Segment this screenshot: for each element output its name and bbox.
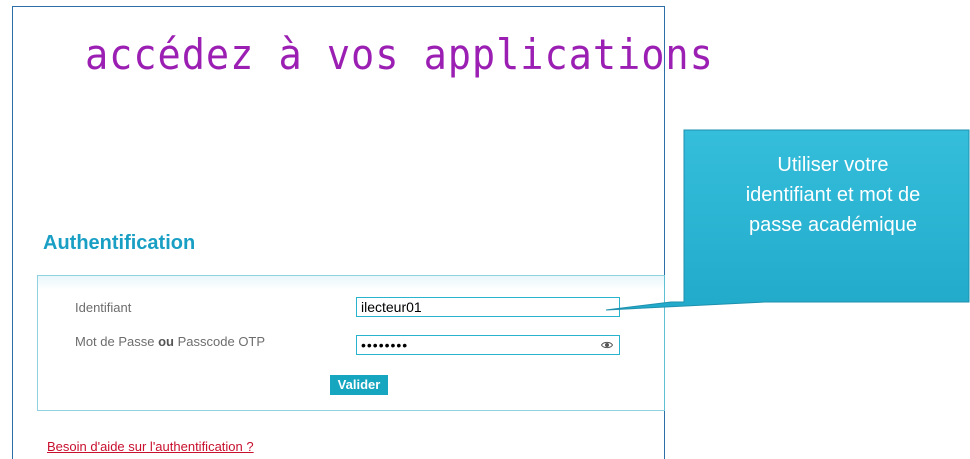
callout-line-3: passe académique (749, 214, 917, 236)
login-form: Identifiant Mot de Passe ou Passcode OTP… (37, 275, 665, 411)
password-label-suffix: Passcode OTP (174, 334, 266, 349)
username-input[interactable] (356, 297, 620, 317)
password-label-prefix: Mot de Passe (75, 334, 159, 349)
callout-text: Utiliser votre identifiant et mot de pas… (697, 150, 969, 240)
password-masked-value: •••••••• (361, 337, 409, 353)
app-title: accédez à vos applications (85, 30, 714, 79)
login-page: accédez à vos applications Authentificat… (0, 0, 970, 459)
submit-button[interactable]: Valider (330, 375, 388, 395)
password-label-or: ou (158, 334, 174, 349)
eye-icon[interactable] (601, 339, 613, 351)
login-panel: accédez à vos applications Authentificat… (12, 6, 714, 459)
callout-line-1: Utiliser votre (777, 154, 889, 176)
section-title: Authentification (43, 232, 196, 254)
username-label: Identifiant (75, 300, 132, 315)
password-input[interactable]: •••••••• (356, 335, 620, 355)
help-link[interactable]: Besoin d'aide sur l'authentification ? (47, 439, 254, 454)
callout-line-2: identifiant et mot de (745, 184, 921, 206)
password-label: Mot de Passe ou Passcode OTP (75, 334, 265, 349)
